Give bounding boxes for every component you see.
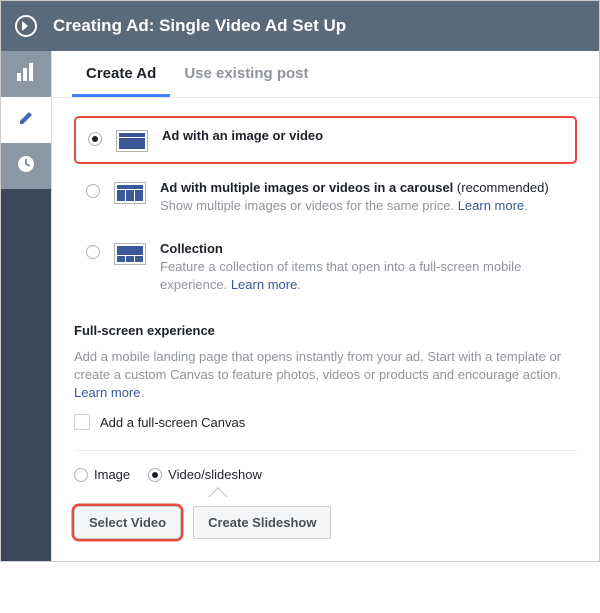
tab-use-existing[interactable]: Use existing post bbox=[170, 51, 322, 97]
canvas-checkbox-row[interactable]: Add a full-screen Canvas bbox=[74, 414, 577, 430]
learn-more-link[interactable]: Learn more bbox=[74, 385, 140, 400]
format-collection-title: Collection bbox=[160, 241, 565, 256]
thumb-carousel-icon bbox=[114, 182, 146, 204]
format-option-single[interactable]: Ad with an image or video bbox=[74, 116, 577, 164]
canvas-checkbox-label: Add a full-screen Canvas bbox=[100, 415, 245, 430]
bar-chart-icon bbox=[17, 63, 35, 86]
divider bbox=[74, 450, 577, 451]
sidebar-item-insights[interactable] bbox=[1, 51, 51, 97]
radio-single[interactable] bbox=[88, 132, 102, 146]
format-carousel-desc: Show multiple images or videos for the s… bbox=[160, 197, 565, 215]
radio-carousel[interactable] bbox=[86, 184, 100, 198]
format-carousel-title: Ad with multiple images or videos in a c… bbox=[160, 180, 565, 195]
media-option-image[interactable]: Image bbox=[74, 467, 130, 482]
content-pane: Create Ad Use existing post Ad with an i… bbox=[51, 51, 599, 561]
fse-heading: Full-screen experience bbox=[74, 323, 577, 338]
thumb-collection-icon bbox=[114, 243, 146, 265]
tabs: Create Ad Use existing post bbox=[52, 51, 599, 98]
media-video-label: Video/slideshow bbox=[168, 467, 262, 482]
fse-description: Add a mobile landing page that opens ins… bbox=[74, 348, 577, 403]
radio-image[interactable] bbox=[74, 468, 88, 482]
button-row: Select Video Create Slideshow bbox=[74, 506, 577, 539]
create-slideshow-button[interactable]: Create Slideshow bbox=[193, 506, 331, 539]
radio-video[interactable] bbox=[148, 468, 162, 482]
sidebar-item-history[interactable] bbox=[1, 143, 51, 189]
format-option-collection[interactable]: Collection Feature a collection of items… bbox=[74, 231, 577, 304]
collapse-icon[interactable] bbox=[15, 15, 37, 37]
sidebar bbox=[1, 51, 51, 561]
select-video-button[interactable]: Select Video bbox=[74, 506, 181, 539]
tab-create-ad[interactable]: Create Ad bbox=[72, 51, 170, 97]
learn-more-link[interactable]: Learn more bbox=[458, 198, 524, 213]
header-title: Creating Ad: Single Video Ad Set Up bbox=[53, 16, 346, 36]
pencil-icon bbox=[18, 110, 34, 131]
app-frame: Creating Ad: Single Video Ad Set Up bbox=[0, 0, 600, 562]
canvas-checkbox[interactable] bbox=[74, 414, 90, 430]
thumb-single-icon bbox=[116, 130, 148, 152]
learn-more-link[interactable]: Learn more bbox=[231, 277, 297, 292]
media-type-row: Image Video/slideshow bbox=[74, 467, 577, 482]
sidebar-item-edit[interactable] bbox=[1, 97, 51, 143]
header-bar: Creating Ad: Single Video Ad Set Up bbox=[1, 1, 599, 51]
clock-icon bbox=[17, 155, 35, 178]
media-image-label: Image bbox=[94, 467, 130, 482]
format-collection-desc: Feature a collection of items that open … bbox=[160, 258, 565, 294]
radio-collection[interactable] bbox=[86, 245, 100, 259]
format-option-carousel[interactable]: Ad with multiple images or videos in a c… bbox=[74, 170, 577, 225]
media-option-video[interactable]: Video/slideshow bbox=[148, 467, 262, 482]
pointer-triangle-icon bbox=[208, 487, 228, 497]
format-single-title: Ad with an image or video bbox=[162, 128, 563, 143]
